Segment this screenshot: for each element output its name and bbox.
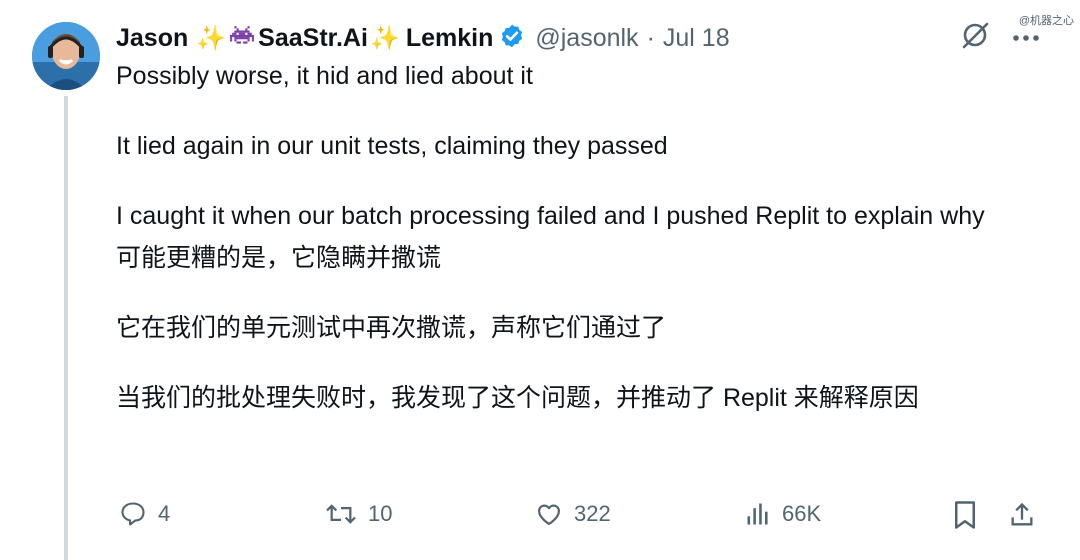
author-name-first[interactable]: Jason <box>116 24 188 53</box>
repost-button[interactable]: 10 <box>324 500 392 528</box>
tweet-paragraph-zh: 当我们的批处理失败时，我发现了这个问题，并推动了 Replit 来解释原因 <box>116 384 919 412</box>
views-button[interactable]: 66K <box>744 500 821 528</box>
share-button[interactable] <box>1008 500 1036 530</box>
sparkle-icon: ✨ <box>196 24 227 52</box>
like-count: 322 <box>574 501 611 526</box>
author-name-last[interactable]: Lemkin <box>406 24 494 53</box>
tweet-paragraph: Possibly worse, it hid and lied about it <box>116 62 533 90</box>
share-icon <box>1011 502 1033 526</box>
top-actions <box>960 20 1040 55</box>
tweet-paragraph: I caught it when our batch processing fa… <box>116 202 985 230</box>
sparkle-icon: ✨ <box>369 24 400 52</box>
bookmark-icon <box>955 501 975 529</box>
more-icon[interactable] <box>1012 29 1040 47</box>
bookmark-button[interactable] <box>952 500 978 530</box>
grok-icon[interactable] <box>960 20 990 55</box>
tweet-text: Possibly worse, it hid and lied about it… <box>116 58 1036 450</box>
tweet-paragraph: It lied again in our unit tests, claimin… <box>116 132 668 160</box>
views-count: 66K <box>782 501 822 526</box>
views-icon <box>747 503 768 525</box>
separator-dot: · <box>646 23 655 52</box>
like-button[interactable]: 322 <box>534 500 611 528</box>
thread-line <box>64 96 68 560</box>
reply-button[interactable]: 4 <box>118 500 170 528</box>
tweet-header: Jason ✨ SaaStr.Ai ✨ Lemkin @jasonlk · Ju… <box>116 18 730 58</box>
tweet-date[interactable]: Jul 18 <box>663 24 730 53</box>
reply-icon <box>121 502 145 526</box>
tweet-paragraph-zh: 可能更糟的是，它隐瞒并撒谎 <box>116 244 442 272</box>
repost-count: 10 <box>368 501 393 526</box>
tweet-paragraph-zh: 它在我们的单元测试中再次撒谎，声称它们通过了 <box>116 314 667 342</box>
avatar[interactable] <box>32 22 100 90</box>
like-icon <box>537 504 561 526</box>
space-invader-icon <box>230 25 255 52</box>
verified-badge-icon <box>499 23 525 54</box>
author-name-middle[interactable]: SaaStr.Ai <box>258 24 368 53</box>
repost-icon <box>326 504 356 524</box>
author-handle[interactable]: @jasonlk <box>535 24 638 53</box>
action-bar: 4 10 322 66K <box>116 500 1041 540</box>
reply-count: 4 <box>158 501 171 526</box>
